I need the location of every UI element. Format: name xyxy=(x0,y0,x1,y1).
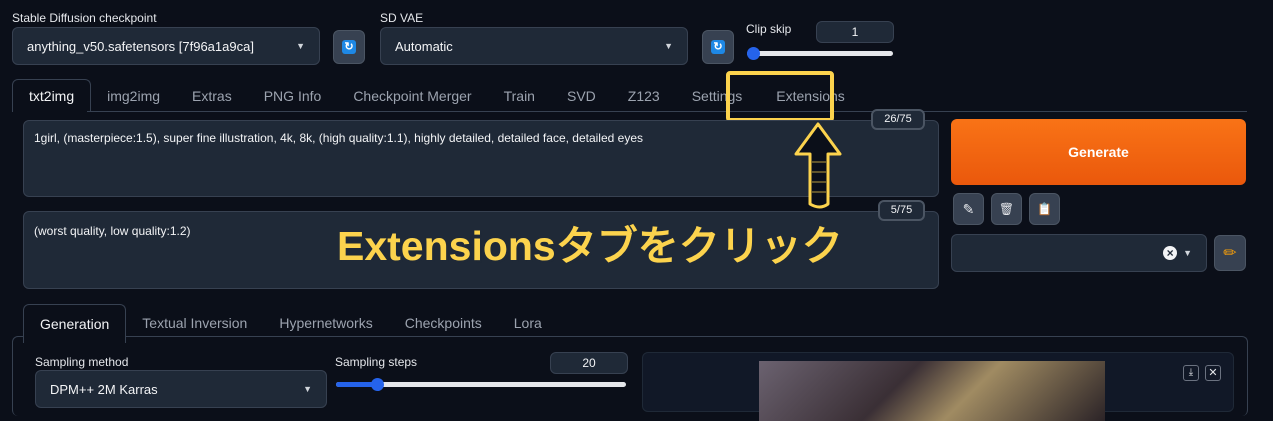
sampling-method-label: Sampling method xyxy=(35,355,129,369)
clip-skip-slider[interactable] xyxy=(747,47,893,60)
edit-styles-button[interactable]: ✎ xyxy=(953,193,984,225)
tab-img2img[interactable]: img2img xyxy=(91,80,176,112)
vae-refresh-button[interactable]: ↻ xyxy=(702,30,734,64)
download-button[interactable]: ⤓ xyxy=(1183,365,1199,381)
download-icon: ⤓ xyxy=(1188,367,1194,378)
tab-extras[interactable]: Extras xyxy=(176,80,248,112)
chevron-down-icon: ▼ xyxy=(1183,248,1192,258)
styles-select[interactable]: × ▼ xyxy=(951,234,1207,272)
subtab-generation[interactable]: Generation xyxy=(23,304,127,343)
sampling-steps-slider[interactable] xyxy=(336,378,626,391)
annotation-arrow xyxy=(794,122,842,209)
tab-z123[interactable]: Z123 xyxy=(612,80,676,112)
clip-skip-label: Clip skip xyxy=(746,22,792,36)
tab-svd[interactable]: SVD xyxy=(551,80,612,112)
slider-thumb[interactable] xyxy=(371,378,384,391)
refresh-icon: ↻ xyxy=(711,40,725,54)
refresh-icon: ↻ xyxy=(342,40,356,54)
trash-icon: 🗑 xyxy=(998,202,1015,216)
generate-button[interactable]: Generate xyxy=(951,119,1246,185)
tab-txt2img[interactable]: txt2img xyxy=(12,79,92,112)
subtab-checkpoints[interactable]: Checkpoints xyxy=(389,304,498,343)
prompt-token-counter: 26/75 xyxy=(871,109,925,130)
close-icon: ✕ xyxy=(1208,367,1218,379)
image-output-panel: ⤓ ✕ xyxy=(642,352,1234,421)
chevron-down-icon: ▼ xyxy=(296,41,305,51)
annotation-text: Extensionsタブをクリック xyxy=(337,223,843,269)
tabs-divider xyxy=(87,111,1247,112)
checkpoint-value: anything_v50.safetensors [7f96a1a9ca] xyxy=(27,38,254,54)
subtab-lora[interactable]: Lora xyxy=(498,304,558,343)
edit-style-button[interactable]: ✏ xyxy=(1214,235,1246,271)
paste-button[interactable]: 📋 xyxy=(1029,193,1060,225)
subtab-textual-inversion[interactable]: Textual Inversion xyxy=(126,304,263,343)
extensions-highlight-box xyxy=(726,71,834,122)
vae-dropdown[interactable]: Automatic ▼ xyxy=(380,27,688,65)
tab-train[interactable]: Train xyxy=(488,80,551,112)
pencil-icon: ✏ xyxy=(1223,245,1237,262)
negative-prompt-text: (worst quality, low quality:1.2) xyxy=(34,224,191,238)
slider-fill xyxy=(336,382,374,387)
chevron-down-icon: ▼ xyxy=(303,384,312,394)
chevron-down-icon: ▼ xyxy=(664,41,673,51)
pencil-icon: ✎ xyxy=(962,200,975,217)
tab-checkpoint-merger[interactable]: Checkpoint Merger xyxy=(337,80,487,112)
clear-prompt-button[interactable]: 🗑 xyxy=(991,193,1022,225)
sampling-method-value: DPM++ 2M Karras xyxy=(50,381,158,397)
negative-prompt-token-counter: 5/75 xyxy=(878,200,925,221)
generated-image xyxy=(759,361,1105,421)
prompt-text: 1girl, (masterpiece:1.5), super fine ill… xyxy=(34,131,643,145)
clip-skip-input[interactable]: 1 xyxy=(816,21,894,43)
sampling-steps-input[interactable]: 20 xyxy=(550,352,628,374)
clear-icon[interactable]: × xyxy=(1163,246,1178,260)
checkpoint-dropdown[interactable]: anything_v50.safetensors [7f96a1a9ca] ▼ xyxy=(12,27,320,65)
vae-label: SD VAE xyxy=(380,11,424,25)
slider-thumb[interactable] xyxy=(747,47,760,60)
sub-tabs: Generation Textual Inversion Hypernetwor… xyxy=(23,304,558,343)
checkpoint-label: Stable Diffusion checkpoint xyxy=(12,11,157,25)
clipboard-icon: 📋 xyxy=(1037,202,1052,216)
tab-png-info[interactable]: PNG Info xyxy=(248,80,338,112)
sampling-steps-label: Sampling steps xyxy=(335,355,418,369)
subtab-hypernetworks[interactable]: Hypernetworks xyxy=(263,304,388,343)
vae-value: Automatic xyxy=(395,38,453,54)
close-image-button[interactable]: ✕ xyxy=(1205,365,1221,381)
sampling-method-dropdown[interactable]: DPM++ 2M Karras ▼ xyxy=(35,370,327,408)
checkpoint-refresh-button[interactable]: ↻ xyxy=(333,30,365,64)
